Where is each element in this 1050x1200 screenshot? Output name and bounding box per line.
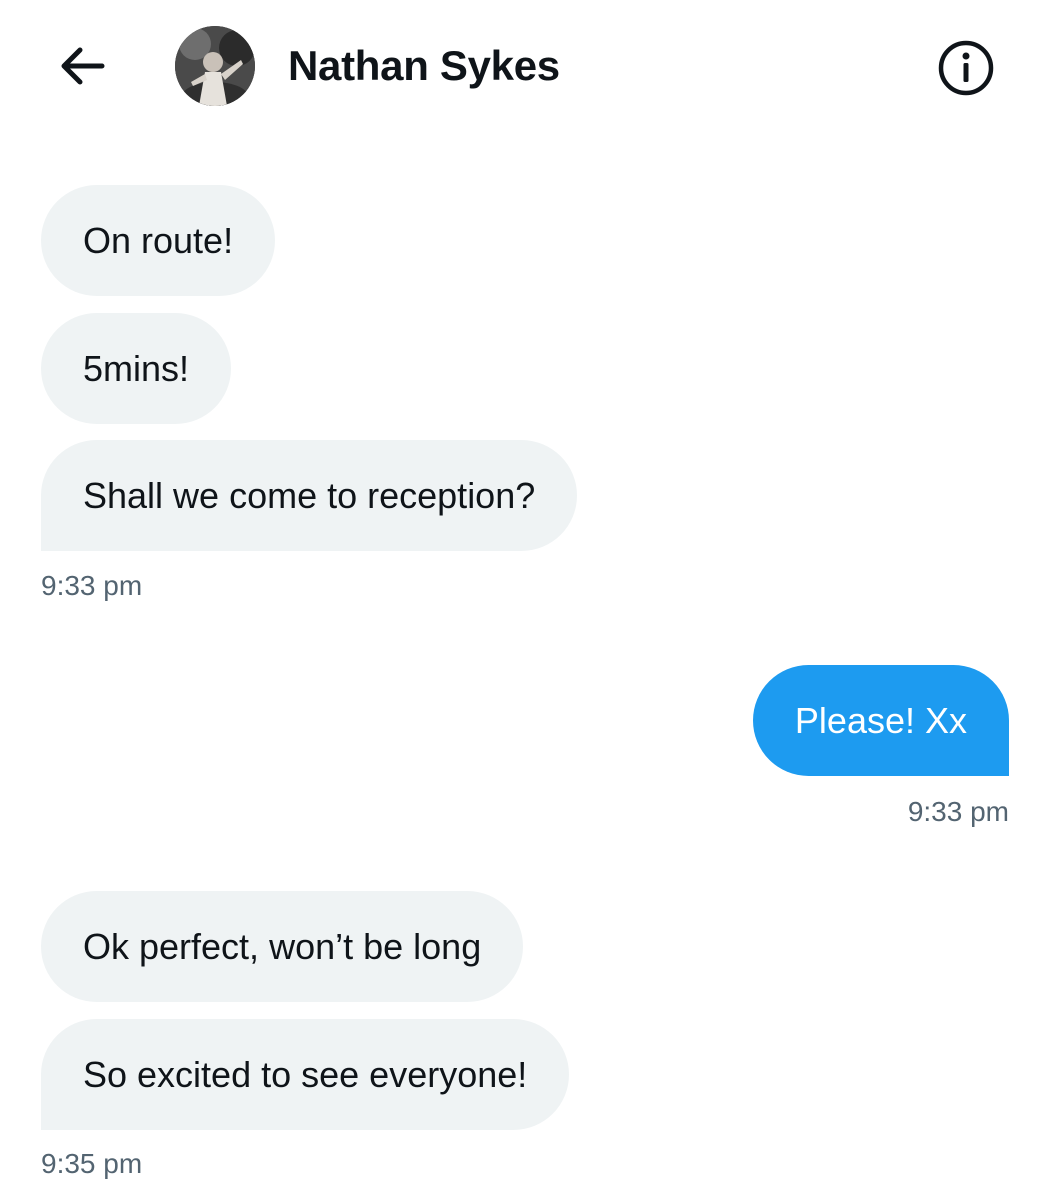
- message-bubble-incoming[interactable]: So excited to see everyone!: [41, 1019, 570, 1130]
- message-timestamp: 9:33 pm: [907, 796, 1009, 827]
- back-button[interactable]: [52, 38, 112, 94]
- avatar-photo: [175, 26, 255, 106]
- message-timestamp: 9:35 pm: [41, 1148, 143, 1179]
- info-circle-icon: [938, 40, 994, 96]
- message-bubble-incoming[interactable]: On route!: [41, 185, 276, 296]
- message-bubble-outgoing[interactable]: Please! Xx: [752, 665, 1009, 776]
- info-button[interactable]: [934, 36, 998, 100]
- message-bubble-incoming[interactable]: Ok perfect, won’t be long: [41, 891, 524, 1002]
- message-timestamp: 9:33 pm: [41, 570, 143, 601]
- contact-name[interactable]: Nathan Sykes: [288, 38, 560, 94]
- arrow-left-icon: [61, 47, 105, 85]
- conversation-header: Nathan Sykes: [0, 0, 1050, 130]
- message-bubble-incoming[interactable]: 5mins!: [41, 313, 232, 424]
- avatar[interactable]: [175, 26, 255, 106]
- message-bubble-incoming[interactable]: Shall we come to reception?: [41, 440, 578, 551]
